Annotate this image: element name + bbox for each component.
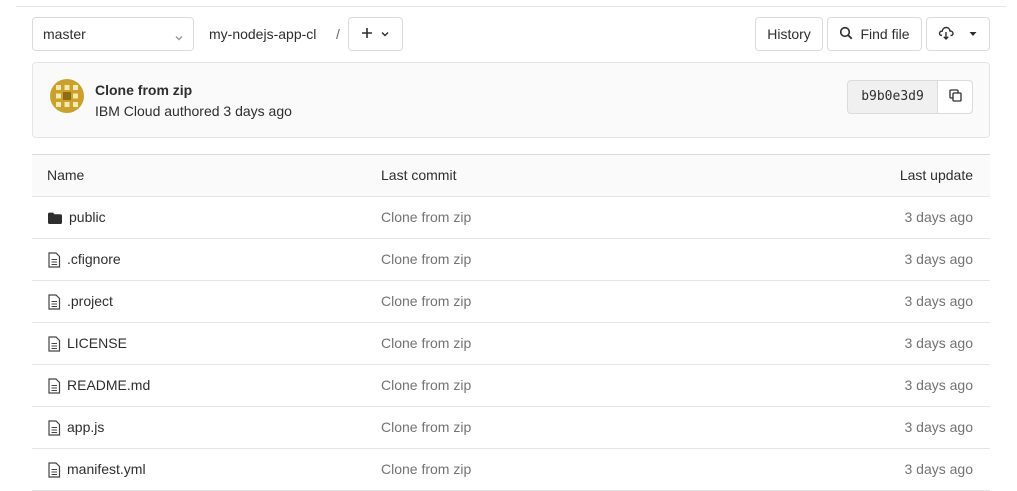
table-row[interactable]: .cfignore Clone from zip 3 days ago <box>32 239 990 281</box>
table-row[interactable]: README.md Clone from zip 3 days ago <box>32 365 990 407</box>
table-row[interactable]: manifest.yml Clone from zip 3 days ago <box>32 449 990 491</box>
file-name-link[interactable]: .cfignore <box>67 239 121 280</box>
table-row[interactable]: .project Clone from zip 3 days ago <box>32 281 990 323</box>
row-commit-link[interactable]: Clone from zip <box>381 449 471 490</box>
history-button[interactable]: History <box>755 17 823 51</box>
row-commit-link[interactable]: Clone from zip <box>381 365 471 406</box>
header-last-commit: Last commit <box>381 167 457 183</box>
breadcrumb-separator: / <box>336 26 340 42</box>
file-icon <box>47 419 61 436</box>
file-name-link[interactable]: .project <box>67 281 113 322</box>
copy-icon <box>948 89 962 105</box>
row-last-update: 3 days ago <box>904 209 974 225</box>
header-last-update: Last update <box>899 167 973 183</box>
row-commit-link[interactable]: Clone from zip <box>381 323 471 364</box>
file-name-link[interactable]: app.js <box>67 407 104 448</box>
commit-sha-group: b9b0e3d9 <box>847 80 973 114</box>
row-last-update: 3 days ago <box>904 335 974 351</box>
file-icon <box>47 335 61 352</box>
row-last-update: 3 days ago <box>904 419 974 435</box>
find-file-button[interactable]: Find file <box>827 17 922 51</box>
commit-sha[interactable]: b9b0e3d9 <box>848 81 938 113</box>
last-commit-panel: Clone from zip IBM Cloud authored 3 days… <box>32 62 990 138</box>
find-file-label: Find file <box>860 26 910 42</box>
file-icon <box>47 293 61 310</box>
table-header-row: Name Last commit Last update <box>32 155 990 197</box>
breadcrumb-root[interactable]: my-nodejs-app-cl <box>209 17 316 51</box>
table-row[interactable]: app.js Clone from zip 3 days ago <box>32 407 990 449</box>
chevron-down-icon <box>968 26 978 42</box>
commit-title[interactable]: Clone from zip <box>95 82 192 98</box>
table-row[interactable]: public Clone from zip 3 days ago <box>32 197 990 239</box>
file-name-link[interactable]: public <box>69 197 106 238</box>
file-name-link[interactable]: manifest.yml <box>67 449 146 490</box>
top-divider <box>16 6 1006 7</box>
table-row[interactable]: LICENSE Clone from zip 3 days ago <box>32 323 990 365</box>
download-dropdown[interactable] <box>926 17 990 51</box>
plus-icon <box>361 26 373 42</box>
row-commit-link[interactable]: Clone from zip <box>381 239 471 280</box>
row-commit-link[interactable]: Clone from zip <box>381 281 471 322</box>
search-icon <box>839 26 853 43</box>
add-file-dropdown[interactable] <box>348 17 403 51</box>
row-last-update: 3 days ago <box>904 461 974 477</box>
file-icon <box>47 251 61 268</box>
repo-toolbar: master my-nodejs-app-cl / History Find f… <box>32 17 990 51</box>
row-commit-link[interactable]: Clone from zip <box>381 407 471 448</box>
file-icon <box>47 461 61 478</box>
row-commit-link[interactable]: Clone from zip <box>381 197 471 238</box>
file-tree-table: Name Last commit Last update public Clon… <box>32 154 990 491</box>
file-name-link[interactable]: LICENSE <box>67 323 127 364</box>
copy-sha-button[interactable] <box>938 81 972 113</box>
row-last-update: 3 days ago <box>904 293 974 309</box>
download-icon <box>938 26 954 43</box>
folder-icon <box>47 211 63 225</box>
row-last-update: 3 days ago <box>904 251 974 267</box>
chevron-down-icon <box>380 26 390 42</box>
avatar[interactable] <box>50 79 84 113</box>
header-name: Name <box>47 167 85 183</box>
commit-author-meta: IBM Cloud authored 3 days ago <box>95 103 292 119</box>
file-name-link[interactable]: README.md <box>67 365 150 406</box>
branch-select[interactable]: master <box>32 17 194 51</box>
history-label: History <box>767 26 811 42</box>
row-last-update: 3 days ago <box>904 377 974 393</box>
chevron-down-icon <box>174 30 184 46</box>
file-icon <box>47 377 61 394</box>
branch-name: master <box>43 26 86 42</box>
